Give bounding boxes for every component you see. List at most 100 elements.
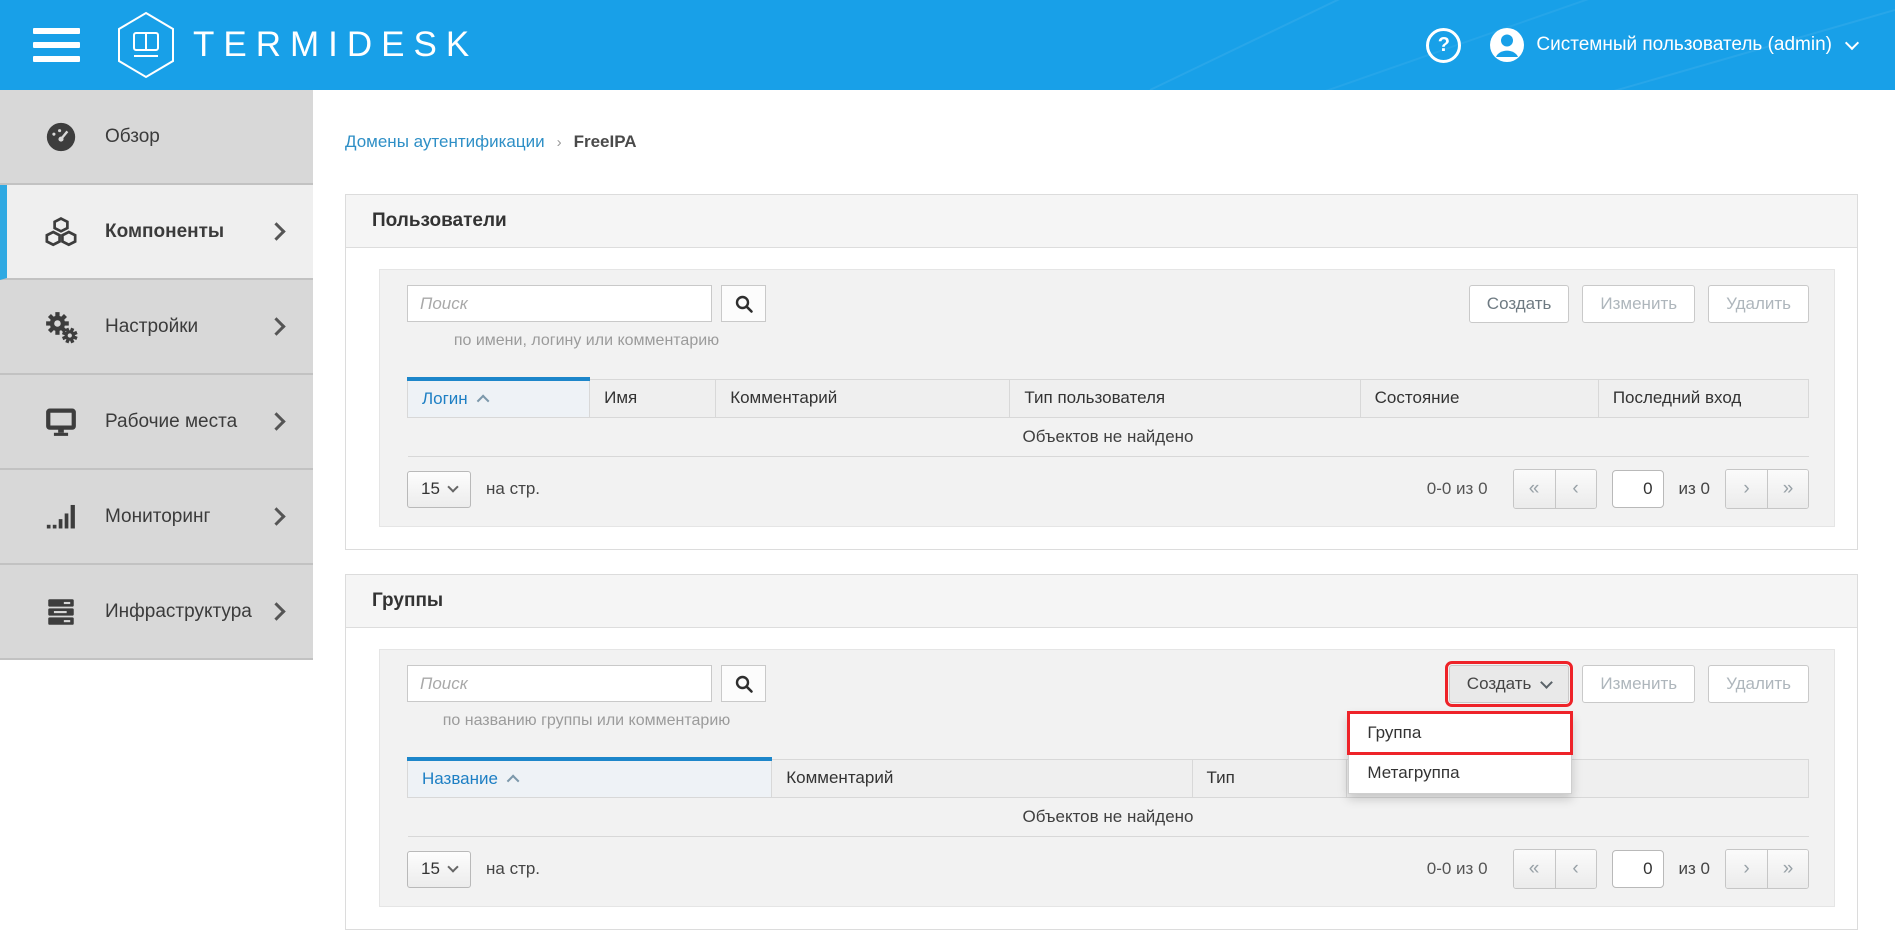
breadcrumb-separator: ›	[557, 134, 562, 151]
users-page-size-select[interactable]: 15	[407, 471, 471, 508]
sidebar-item-overview[interactable]: Обзор	[0, 90, 313, 185]
sidebar-item-settings[interactable]: Настройки	[0, 280, 313, 375]
groups-last-page-button[interactable]: »	[1767, 850, 1808, 888]
chevron-down-icon	[447, 861, 458, 872]
menu-item-metagroup[interactable]: Метагруппа	[1349, 753, 1571, 793]
chevron-right-icon	[267, 507, 285, 525]
chevron-right-icon	[267, 317, 285, 335]
users-search-input[interactable]	[407, 285, 712, 322]
sidebar-item-label: Инфраструктура	[105, 601, 252, 623]
search-icon	[734, 294, 754, 314]
sidebar-item-infrastructure[interactable]: Инфраструктура	[0, 565, 313, 660]
groups-page-size-select[interactable]: 15	[407, 851, 471, 888]
users-page-input[interactable]	[1612, 470, 1664, 508]
users-panel-title: Пользователи	[346, 195, 1857, 248]
users-next-page-button[interactable]: ›	[1726, 470, 1767, 508]
users-of-label: из 0	[1679, 479, 1710, 499]
sidebar: Обзор Компоненты	[0, 90, 313, 660]
per-page-label: на стр.	[486, 859, 540, 879]
breadcrumb-link-auth-domains[interactable]: Домены аутентификации	[345, 132, 545, 152]
users-col-name[interactable]: Имя	[590, 379, 716, 418]
groups-page-input[interactable]	[1612, 850, 1664, 888]
users-col-login[interactable]: Логин	[408, 379, 590, 418]
breadcrumb: Домены аутентификации › FreeIPA	[345, 132, 1858, 152]
users-last-page-button[interactable]: »	[1767, 470, 1808, 508]
breadcrumb-current: FreeIPA	[574, 132, 637, 152]
chevron-right-icon	[267, 222, 285, 240]
sort-asc-icon	[507, 775, 520, 788]
users-delete-button[interactable]: Удалить	[1708, 285, 1809, 323]
sidebar-item-monitoring[interactable]: Мониторинг	[0, 470, 313, 565]
logo-wordmark: TERMIDESK	[193, 25, 478, 65]
help-icon[interactable]: ?	[1426, 28, 1461, 63]
users-first-page-button[interactable]: «	[1514, 470, 1555, 508]
sidebar-item-label: Компоненты	[105, 221, 224, 243]
groups-panel: Группы	[345, 574, 1858, 930]
main-content: Домены аутентификации › FreeIPA Пользова…	[313, 90, 1895, 930]
groups-next-page-button[interactable]: ›	[1726, 850, 1767, 888]
chevron-down-icon	[1541, 676, 1554, 689]
users-range-label: 0-0 из 0	[1427, 479, 1488, 499]
users-edit-button[interactable]: Изменить	[1582, 285, 1695, 323]
users-table: Логин Имя Комментарий Тип пользователя С…	[407, 377, 1809, 457]
monitoring-chart-icon	[42, 500, 80, 534]
menu-hamburger-icon[interactable]	[33, 28, 80, 62]
groups-pagination: 15 на стр. 0-0 из 0 « ‹ из 0	[407, 837, 1809, 906]
sidebar-item-label: Рабочие места	[105, 411, 237, 433]
top-header: TERMIDESK ? Системный пользователь (admi…	[0, 0, 1895, 90]
chevron-down-icon	[1845, 35, 1859, 49]
groups-search-input[interactable]	[407, 665, 712, 702]
users-col-comment[interactable]: Комментарий	[716, 379, 1010, 418]
groups-first-page-button[interactable]: «	[1514, 850, 1555, 888]
users-col-last-login[interactable]: Последний вход	[1598, 379, 1808, 418]
users-prev-page-button[interactable]: ‹	[1555, 470, 1596, 508]
chevron-down-icon	[447, 481, 458, 492]
users-search-hint: по имени, логину или комментарию	[407, 332, 766, 350]
groups-empty-row: Объектов не найдено	[408, 798, 1809, 837]
sidebar-item-components[interactable]: Компоненты	[0, 185, 313, 280]
groups-of-label: из 0	[1679, 859, 1710, 879]
users-create-button[interactable]: Создать	[1469, 285, 1570, 323]
users-col-type[interactable]: Тип пользователя	[1010, 379, 1360, 418]
workplaces-monitor-icon	[42, 405, 80, 439]
sidebar-item-label: Мониторинг	[105, 506, 210, 528]
groups-prev-page-button[interactable]: ‹	[1555, 850, 1596, 888]
per-page-label: на стр.	[486, 479, 540, 499]
groups-search-block: по названию группы или комментарию	[407, 665, 766, 730]
groups-col-type[interactable]: Тип	[1192, 759, 1346, 798]
avatar-icon	[1489, 27, 1525, 63]
sidebar-item-workplaces[interactable]: Рабочие места	[0, 375, 313, 470]
menu-item-group[interactable]: Группа	[1349, 713, 1571, 753]
groups-delete-button[interactable]: Удалить	[1708, 665, 1809, 703]
users-empty-row: Объектов не найдено	[408, 418, 1809, 457]
infrastructure-servers-icon	[42, 595, 80, 629]
users-pagination: 15 на стр. 0-0 из 0 « ‹ из 0	[407, 457, 1809, 526]
users-panel: Пользователи	[345, 194, 1858, 550]
groups-create-dropdown-menu: Группа Метагруппа	[1348, 712, 1572, 794]
components-cubes-icon	[42, 215, 80, 249]
groups-create-dropdown-button[interactable]: Создать	[1449, 665, 1570, 703]
users-search-button[interactable]	[721, 285, 766, 322]
groups-table: Название Комментарий Тип Объектов не най…	[407, 757, 1809, 837]
termidesk-logo-icon	[115, 11, 177, 79]
groups-panel-title: Группы	[346, 575, 1857, 628]
user-name: Системный пользователь (admin)	[1536, 34, 1832, 56]
search-icon	[734, 674, 754, 694]
groups-edit-button[interactable]: Изменить	[1582, 665, 1695, 703]
groups-search-button[interactable]	[721, 665, 766, 702]
users-col-state[interactable]: Состояние	[1360, 379, 1598, 418]
sidebar-item-label: Обзор	[105, 126, 160, 148]
chevron-right-icon	[267, 602, 285, 620]
app-logo[interactable]: TERMIDESK	[115, 11, 478, 79]
groups-range-label: 0-0 из 0	[1427, 859, 1488, 879]
sort-asc-icon	[476, 395, 489, 408]
dashboard-gauge-icon	[42, 120, 80, 154]
groups-col-title[interactable]: Название	[408, 759, 772, 798]
groups-search-hint: по названию группы или комментарию	[407, 712, 766, 730]
groups-col-comment[interactable]: Комментарий	[772, 759, 1192, 798]
users-search-block: по имени, логину или комментарию	[407, 285, 766, 350]
sidebar-item-label: Настройки	[105, 316, 198, 338]
chevron-right-icon	[267, 412, 285, 430]
settings-gears-icon	[42, 310, 80, 344]
user-menu[interactable]: Системный пользователь (admin)	[1489, 27, 1857, 63]
